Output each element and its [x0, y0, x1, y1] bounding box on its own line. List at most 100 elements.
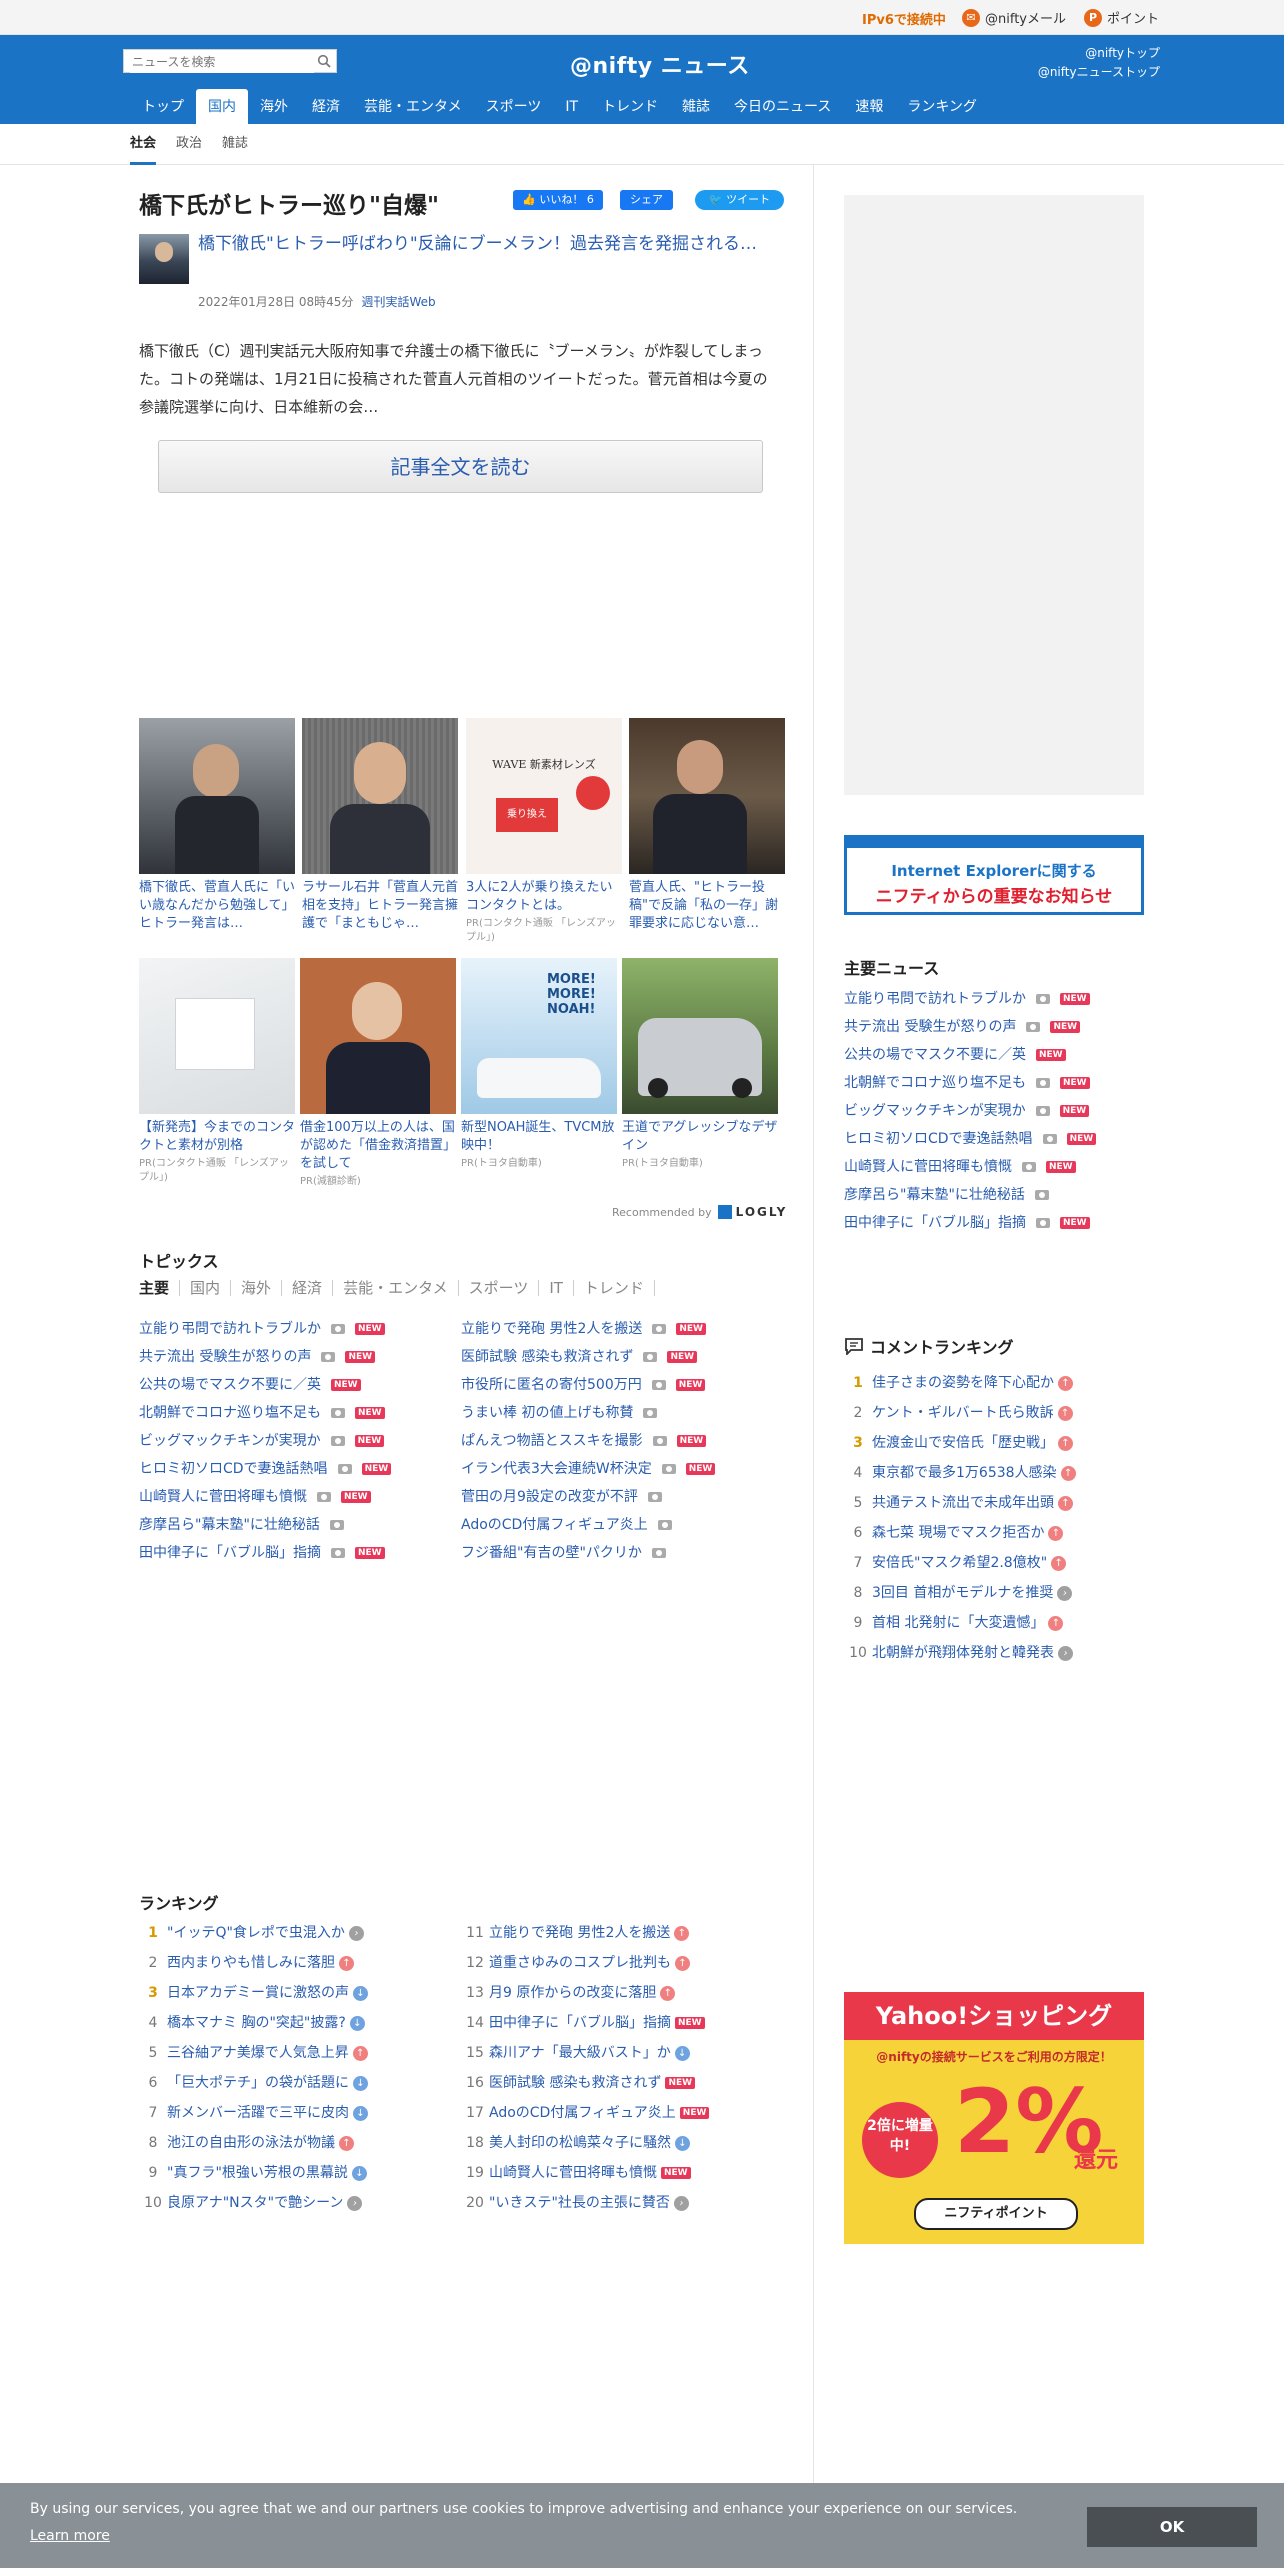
- list-item[interactable]: 立能り弔問で訪れトラブルか NEW: [844, 985, 1096, 1013]
- ranking-row[interactable]: 9 "真フラ"根強い芳根の黒幕説 ↓: [139, 2158, 368, 2188]
- nifty-top-link[interactable]: @niftyトップ: [1038, 44, 1160, 63]
- topics-tab[interactable]: IT: [539, 1280, 574, 1296]
- recommended-item[interactable]: 王道でアグレッシブなデザイン PR(トヨタ自動車): [622, 958, 778, 1171]
- ranking-row[interactable]: 2 ケント・ギルバート氏ら敗訴 ↑: [844, 1398, 1076, 1428]
- list-item[interactable]: ヒロミ初ソロCDで妻逸話熱唱 NEW: [139, 1455, 392, 1483]
- facebook-like-button[interactable]: 👍 いいね！ 6: [513, 190, 603, 210]
- ranking-row[interactable]: 8 池江の自由形の泳法が物議 ↑: [139, 2128, 368, 2158]
- topics-tab[interactable]: 海外: [231, 1280, 283, 1296]
- recommended-item[interactable]: 【新発売】今までのコンタクトと素材が別格 PR(コンタクト通販 「レンズアップル…: [139, 958, 295, 1185]
- ranking-row[interactable]: 10 北朝鮮が飛翔体発射と韓発表 ›: [844, 1638, 1076, 1668]
- list-item[interactable]: 公共の場でマスク不要に／英 NEW: [844, 1041, 1096, 1069]
- list-item[interactable]: 田中律子に「バブル脳」指摘 NEW: [139, 1539, 391, 1567]
- list-item[interactable]: 彦摩呂ら"幕末塾"に壮絶秘話: [139, 1511, 391, 1539]
- ranking-row[interactable]: 15 森川アナ「最大級バスト」か ↓: [461, 2038, 709, 2068]
- subtab-society[interactable]: 社会: [130, 124, 157, 165]
- tab-entertainment[interactable]: 芸能・エンタメ: [352, 89, 474, 124]
- subtab-magazine[interactable]: 雑誌: [222, 124, 248, 162]
- facebook-share-button[interactable]: シェア: [620, 190, 673, 210]
- ranking-row[interactable]: 3 佐渡金山で安倍氏「歴史戦」 ↑: [844, 1428, 1076, 1458]
- list-item[interactable]: 山崎賢人に菅田将暉も憤慨 NEW: [844, 1153, 1096, 1181]
- list-item[interactable]: AdoのCD付属フィギュア炎上: [461, 1511, 715, 1539]
- recommended-item[interactable]: 橋下徹氏、菅直人氏に「いい歳なんだから勉強して」ヒトラー発言は…: [139, 718, 295, 933]
- tab-breaking[interactable]: 速報: [843, 89, 895, 124]
- ranking-row[interactable]: 12 道重さゆみのコスプレ批判も ↑: [461, 1948, 709, 1978]
- list-item[interactable]: 医師試験 感染も救済されず NEW: [461, 1343, 715, 1371]
- list-item[interactable]: 立能り弔問で訪れトラブルか NEW: [139, 1315, 391, 1343]
- ranking-row[interactable]: 11 立能りで発砲 男性2人を搬送 ↑: [461, 1918, 709, 1948]
- list-item[interactable]: 公共の場でマスク不要に／英 NEW: [139, 1371, 391, 1399]
- recommended-item[interactable]: 菅直人氏、"ヒトラー投稿"で反論「私の一存」謝罪要求に応じない意…: [629, 718, 785, 933]
- ranking-row[interactable]: 9 首相 北発射に「大変遺憾」 ↑: [844, 1608, 1076, 1638]
- list-item[interactable]: イラン代表3大会連続W杯決定 NEW: [461, 1455, 716, 1483]
- ranking-row[interactable]: 6 森七菜 現場でマスク拒否か ↑: [844, 1518, 1076, 1548]
- ranking-row[interactable]: 7 安倍氏"マスク希望2.8億枚" ↑: [844, 1548, 1076, 1578]
- topics-tab[interactable]: トレンド: [574, 1280, 655, 1296]
- list-item[interactable]: 市役所に匿名の寄付500万円 NEW: [461, 1371, 715, 1399]
- tab-magazine[interactable]: 雑誌: [670, 89, 722, 124]
- list-item[interactable]: 田中律子に「バブル脳」指摘 NEW: [844, 1209, 1096, 1237]
- recommended-item[interactable]: ラサール石井「菅直人元首相を支持」ヒトラー発言擁護で「まともじゃ…: [302, 718, 458, 933]
- topics-tab[interactable]: 国内: [180, 1280, 232, 1296]
- list-item[interactable]: 共テ流出 受験生が怒りの声 NEW: [139, 1343, 391, 1371]
- nifty-news-top-link[interactable]: @niftyニューストップ: [1038, 63, 1160, 82]
- list-item[interactable]: 北朝鮮でコロナ巡り塩不足も NEW: [844, 1069, 1096, 1097]
- list-item[interactable]: 共テ流出 受験生が怒りの声 NEW: [844, 1013, 1096, 1041]
- ranking-row[interactable]: 1 佳子さまの姿勢を降下心配か ↑: [844, 1368, 1076, 1398]
- recommended-by[interactable]: Recommended by LOGLY: [612, 1205, 787, 1219]
- recommended-item[interactable]: WAVE 新素材レンズ 乗り換え 3人に2人が乗り換えたいコンタクトとは。 PR…: [466, 718, 622, 945]
- ranking-row[interactable]: 4 橋本マナミ 胸の"突起"披露? ↓: [139, 2008, 368, 2038]
- search-icon[interactable]: [317, 54, 331, 68]
- site-logo[interactable]: @nifty ニュース: [570, 48, 750, 80]
- tab-domestic[interactable]: 国内: [196, 89, 248, 124]
- yahoo-shopping-ad[interactable]: Yahoo!ショッピング @niftyの接続サービスをご利用の方限定！ 2倍に増…: [844, 1992, 1144, 2244]
- ranking-row[interactable]: 2 西内まりやも惜しみに落胆 ↑: [139, 1948, 368, 1978]
- read-full-article-button[interactable]: 記事全文を読む: [158, 440, 763, 493]
- tweet-button[interactable]: 🐦 ツイート: [695, 190, 784, 210]
- tab-ranking[interactable]: ランキング: [895, 89, 989, 124]
- article-thumbnail[interactable]: [139, 234, 189, 284]
- ranking-row[interactable]: 10 良原アナ"Nスタ"で艶シーン ›: [139, 2188, 368, 2218]
- topics-tab[interactable]: 芸能・エンタメ: [333, 1280, 459, 1296]
- ranking-row[interactable]: 13 月9 原作からの改変に落胆 ↑: [461, 1978, 709, 2008]
- ranking-row[interactable]: 8 3回目 首相がモデルナを推奨 ›: [844, 1578, 1076, 1608]
- tab-it[interactable]: IT: [553, 89, 590, 124]
- topics-tab[interactable]: 経済: [282, 1280, 334, 1296]
- list-item[interactable]: うまい棒 初の値上げも称賛: [461, 1399, 715, 1427]
- ranking-row[interactable]: 1 "イッテQ"食レポで虫混入か ›: [139, 1918, 368, 1948]
- ranking-row[interactable]: 7 新メンバー活躍で三平に皮肉 ↓: [139, 2098, 368, 2128]
- ranking-row[interactable]: 4 東京都で最多1万6538人感染 ↑: [844, 1458, 1076, 1488]
- tab-trend[interactable]: トレンド: [590, 89, 670, 124]
- ranking-row[interactable]: 14 田中律子に「バブル脳」指摘 NEW: [461, 2008, 709, 2038]
- tab-top[interactable]: トップ: [130, 89, 196, 124]
- ranking-row[interactable]: 18 美人封印の松嶋菜々子に騒然 ↓: [461, 2128, 709, 2158]
- ie-notice-banner[interactable]: Internet Explorerに関する ニフティからの重要なお知らせ: [844, 835, 1144, 915]
- recommended-item[interactable]: MORE! MORE! NOAH! 新型NOAH誕生、TVCM放映中！ PR(ト…: [461, 958, 617, 1171]
- topics-tab[interactable]: 主要: [139, 1280, 181, 1296]
- nifty-mail-link[interactable]: ✉ @niftyメール: [962, 8, 1066, 27]
- ranking-row[interactable]: 19 山崎賢人に菅田将暉も憤慨 NEW: [461, 2158, 709, 2188]
- ranking-row[interactable]: 20 "いきステ"社長の主張に賛否 ›: [461, 2188, 709, 2218]
- list-item[interactable]: ヒロミ初ソロCDで妻逸話熱唱 NEW: [844, 1125, 1097, 1153]
- ranking-row[interactable]: 17 AdoのCD付属フィギュア炎上 NEW: [461, 2098, 710, 2128]
- ranking-row[interactable]: 3 日本アカデミー賞に激怒の声 ↓: [139, 1978, 368, 2008]
- list-item[interactable]: 立能りで発砲 男性2人を搬送 NEW: [461, 1315, 715, 1343]
- ranking-row[interactable]: 5 共通テスト流出で未成年出頭 ↑: [844, 1488, 1076, 1518]
- list-item[interactable]: 山崎賢人に菅田将暉も憤慨 NEW: [139, 1483, 391, 1511]
- list-item[interactable]: フジ番組"有吉の壁"パクリか: [461, 1539, 715, 1567]
- ranking-row[interactable]: 16 医師試験 感染も救済されず NEW: [461, 2068, 709, 2098]
- source-article-link[interactable]: 橋下徹氏"ヒトラー呼ばわり"反論にブーメラン！過去発言を発掘される…: [198, 233, 758, 256]
- list-item[interactable]: 彦摩呂ら"幕末塾"に壮絶秘話: [844, 1181, 1096, 1209]
- list-item[interactable]: ぱんえつ物語とススキを撮影 NEW: [461, 1427, 715, 1455]
- cookie-learn-more-link[interactable]: Learn more: [30, 2528, 110, 2544]
- list-item[interactable]: ビッグマックチキンが実現か NEW: [139, 1427, 391, 1455]
- article-source[interactable]: 週刊実話Web: [361, 295, 435, 309]
- tab-economy[interactable]: 経済: [300, 89, 352, 124]
- tab-overseas[interactable]: 海外: [248, 89, 300, 124]
- ad-slot[interactable]: [844, 195, 1144, 795]
- cookie-ok-button[interactable]: OK: [1087, 2507, 1257, 2547]
- subtab-politics[interactable]: 政治: [176, 124, 202, 162]
- point-link[interactable]: P ポイント: [1084, 8, 1159, 27]
- ranking-row[interactable]: 5 三谷紬アナ美爆で人気急上昇 ↑: [139, 2038, 368, 2068]
- list-item[interactable]: ビッグマックチキンが実現か NEW: [844, 1097, 1096, 1125]
